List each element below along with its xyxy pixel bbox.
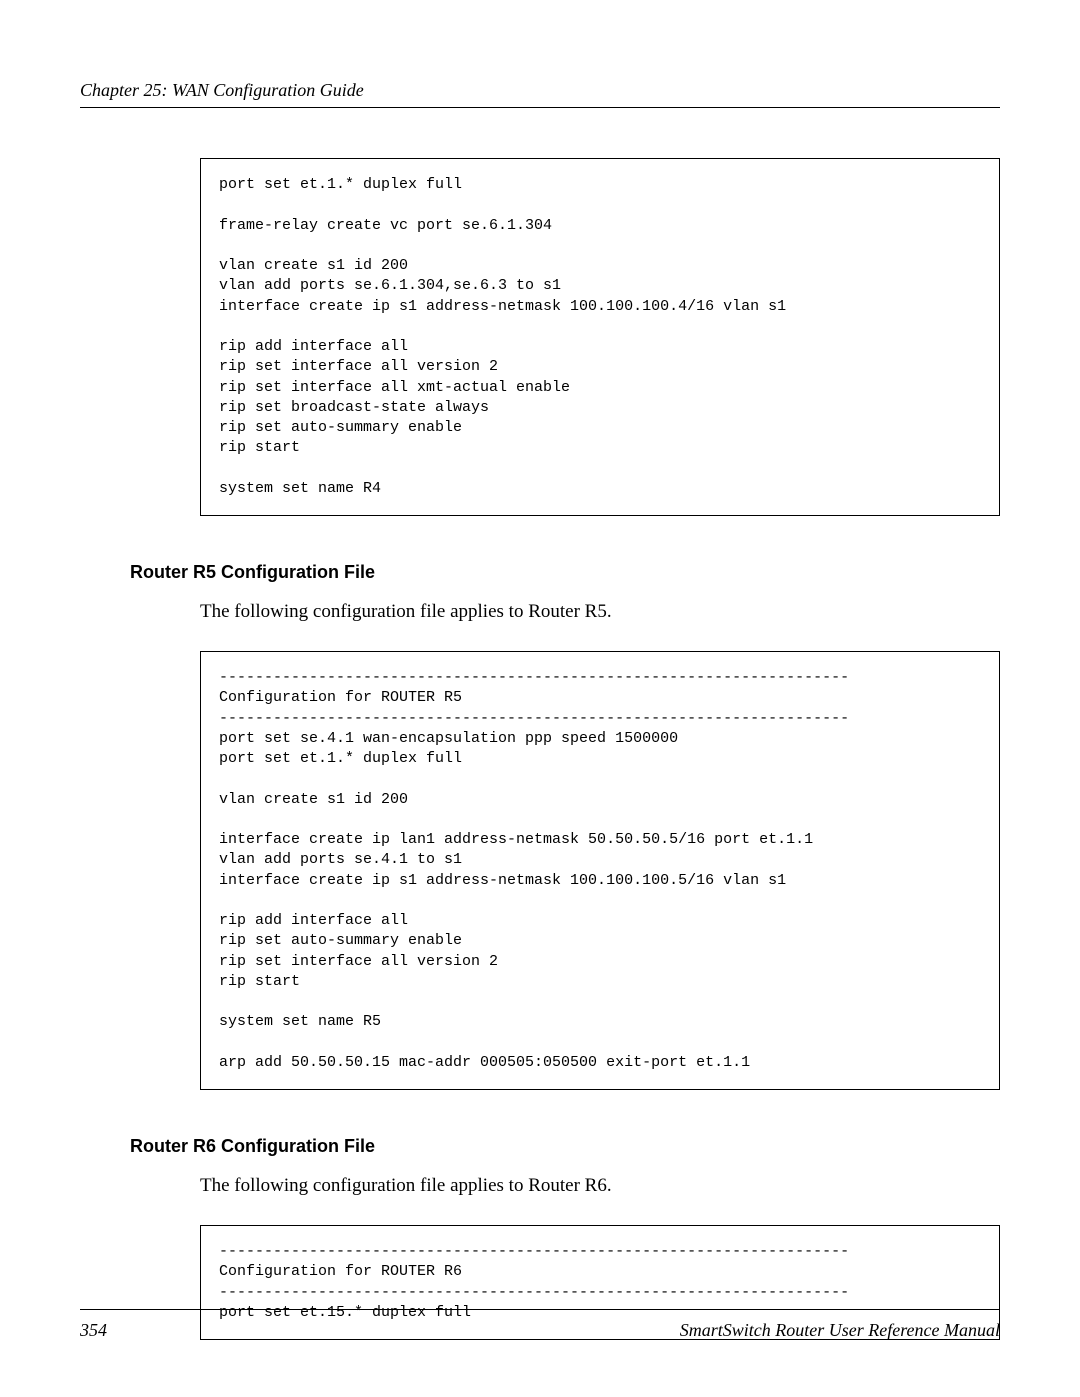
section-intro-r5: The following configuration file applies… — [200, 601, 1000, 623]
section-heading-r6: Router R6 Configuration File — [130, 1136, 1000, 1157]
section-heading-r5: Router R5 Configuration File — [130, 562, 1000, 583]
manual-title: SmartSwitch Router User Reference Manual — [680, 1320, 1000, 1341]
page-footer: 354 SmartSwitch Router User Reference Ma… — [80, 1309, 1000, 1341]
chapter-title: Chapter 25: WAN Configuration Guide — [80, 80, 364, 100]
code-block-r5: ----------------------------------------… — [200, 651, 1000, 1090]
page-header: Chapter 25: WAN Configuration Guide — [80, 80, 1000, 108]
code-block-r4: port set et.1.* duplex full frame-relay … — [200, 158, 1000, 516]
page-number: 354 — [80, 1320, 107, 1341]
page-container: Chapter 25: WAN Configuration Guide port… — [0, 0, 1080, 1397]
section-intro-r6: The following configuration file applies… — [200, 1175, 1000, 1197]
